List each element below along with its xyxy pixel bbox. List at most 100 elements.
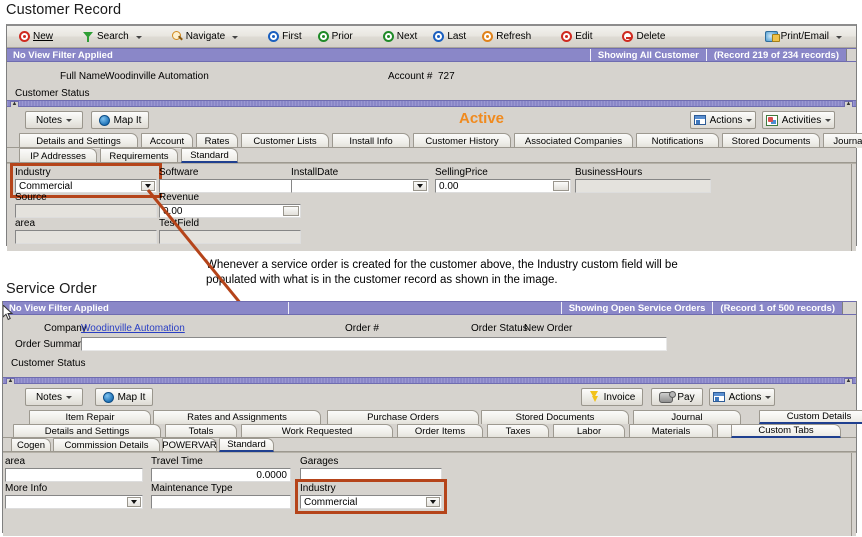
- tab-label: POWERVAR: [162, 440, 217, 451]
- field-label-travel-time: Travel Time: [151, 456, 203, 467]
- tab-stored-documents[interactable]: Stored Documents: [481, 410, 629, 424]
- ellipsis-button[interactable]: [553, 181, 569, 191]
- tab-label: Rates: [204, 135, 230, 147]
- field-input-sellingprice[interactable]: 0.00: [435, 179, 571, 193]
- tab-work-requested[interactable]: Work Requested: [241, 424, 393, 438]
- chevron-down-icon: [131, 500, 137, 504]
- dropdown-arrow-button[interactable]: [413, 181, 427, 191]
- field-input-source[interactable]: [15, 204, 157, 218]
- so-actions-button[interactable]: Actions: [709, 388, 775, 406]
- tab-powervar[interactable]: POWERVAR: [162, 438, 217, 452]
- first-button[interactable]: First: [260, 28, 309, 46]
- tab-notifications[interactable]: Notifications: [636, 133, 719, 148]
- actions-button[interactable]: Actions: [690, 111, 756, 129]
- edit-button[interactable]: Edit: [553, 28, 600, 46]
- refresh-button[interactable]: Refresh: [474, 28, 539, 46]
- first-icon: [268, 31, 280, 42]
- dropdown-arrow-button[interactable]: [426, 497, 440, 507]
- tab-ip-addresses[interactable]: IP Addresses: [19, 148, 97, 163]
- company-value-link[interactable]: Woodinville Automation: [81, 323, 185, 334]
- tab-label: Purchase Orders: [367, 412, 439, 423]
- field-input-garages[interactable]: [300, 468, 442, 482]
- field-input-businesshours[interactable]: [575, 179, 711, 193]
- new-icon: [19, 31, 30, 42]
- tab-label: Standard: [190, 149, 229, 161]
- account-number-label: Account #: [388, 71, 433, 82]
- tab-label: Journal: [671, 412, 703, 423]
- tab-associated-companies[interactable]: Associated Companies: [514, 133, 633, 148]
- field-input-industry[interactable]: Commercial: [300, 495, 442, 509]
- notes-button[interactable]: Notes: [25, 111, 83, 129]
- tab-details-and-settings[interactable]: Details and Settings: [19, 133, 138, 148]
- tab-customer-lists[interactable]: Customer Lists: [241, 133, 329, 148]
- pay-button[interactable]: Pay: [651, 388, 703, 406]
- tab-stored-documents[interactable]: Stored Documents: [722, 133, 820, 148]
- tab-install-info[interactable]: Install Info: [332, 133, 410, 148]
- tab-totals[interactable]: Totals: [165, 424, 237, 438]
- tab-account[interactable]: Account: [141, 133, 193, 148]
- tab-custom-tabs[interactable]: Custom Tabs: [731, 424, 841, 438]
- invoice-button[interactable]: Invoice: [581, 388, 643, 406]
- so-map-it-button[interactable]: Map It: [95, 388, 153, 406]
- screenshot-root: Customer Record New Search Navigate Firs…: [0, 0, 862, 537]
- order-summary-input[interactable]: [81, 337, 667, 351]
- prior-button[interactable]: Prior: [310, 28, 361, 46]
- activities-icon: [765, 114, 778, 126]
- tab-requirements[interactable]: Requirements: [100, 148, 178, 163]
- navigate-button[interactable]: Navigate: [164, 28, 246, 46]
- tab-item-repair[interactable]: Item Repair: [29, 410, 151, 424]
- tab-journal[interactable]: Journal: [633, 410, 741, 424]
- globe-icon: [102, 391, 114, 403]
- field-input-area[interactable]: [5, 468, 143, 482]
- field-input-more-info[interactable]: [5, 495, 143, 509]
- customer-showing-label: Showing All Customer: [597, 49, 699, 61]
- chevron-down-icon: [66, 395, 73, 399]
- field-value: 0.00: [163, 205, 183, 217]
- activities-button[interactable]: Activities: [762, 111, 835, 129]
- service-order-tab-row-2: Details and Settings Totals Work Requested…: [3, 424, 856, 438]
- field-input-travel-time[interactable]: 0.0000: [151, 468, 291, 482]
- so-notes-button[interactable]: Notes: [25, 388, 83, 406]
- tab-materials[interactable]: Materials: [629, 424, 713, 438]
- dropdown-arrow-button[interactable]: [127, 497, 141, 507]
- dropdown-arrow-button[interactable]: [141, 181, 155, 191]
- chevron-down-icon: [145, 184, 151, 188]
- print-email-button[interactable]: Print/Email: [757, 28, 850, 46]
- delete-button[interactable]: Delete: [614, 28, 673, 46]
- tab-journal[interactable]: Journal: [823, 133, 862, 148]
- mouse-cursor: [3, 305, 14, 321]
- last-button[interactable]: Last: [425, 28, 474, 46]
- tab-purchase-orders[interactable]: Purchase Orders: [327, 410, 479, 424]
- field-input-revenue[interactable]: 0.00: [159, 204, 301, 218]
- last-icon: [433, 31, 445, 42]
- tab-rates-and-assignments[interactable]: Rates and Assignments: [153, 410, 321, 424]
- customer-panel-splitter[interactable]: ▲ ▲: [7, 100, 856, 108]
- field-input-testfield[interactable]: [159, 230, 301, 244]
- tab-standard[interactable]: Standard: [181, 148, 238, 163]
- field-input-industry[interactable]: Commercial: [15, 179, 157, 193]
- tab-details-and-settings[interactable]: Details and Settings: [13, 424, 161, 438]
- order-status-value: New Order: [524, 323, 573, 334]
- map-it-button[interactable]: Map It: [91, 111, 149, 129]
- tab-commission-details[interactable]: Commission Details: [53, 438, 160, 452]
- tab-custom-details[interactable]: Custom Details: [759, 410, 862, 424]
- field-input-area[interactable]: [15, 230, 157, 244]
- service-order-panel-splitter[interactable]: ▲ ▲: [3, 377, 856, 385]
- tab-label: Details and Settings: [36, 135, 121, 147]
- tab-rates[interactable]: Rates: [196, 133, 238, 148]
- tab-cogen[interactable]: Cogen: [11, 438, 51, 452]
- new-button[interactable]: New: [11, 28, 61, 46]
- field-input-installdate[interactable]: [291, 179, 429, 193]
- tab-order-items[interactable]: Order Items: [397, 424, 483, 438]
- edit-button-label: Edit: [575, 31, 593, 42]
- next-button[interactable]: Next: [375, 28, 426, 46]
- ellipsis-button[interactable]: [283, 206, 299, 216]
- tab-taxes[interactable]: Taxes: [487, 424, 549, 438]
- tab-customer-history[interactable]: Customer History: [413, 133, 511, 148]
- chevron-down-icon: [746, 118, 753, 122]
- search-button[interactable]: Search: [75, 28, 150, 46]
- field-input-maintenance-type[interactable]: [151, 495, 291, 509]
- tab-labor[interactable]: Labor: [553, 424, 625, 438]
- service-order-window: No View Filter Applied Showing Open Serv…: [2, 301, 862, 536]
- tab-standard[interactable]: Standard: [219, 438, 274, 452]
